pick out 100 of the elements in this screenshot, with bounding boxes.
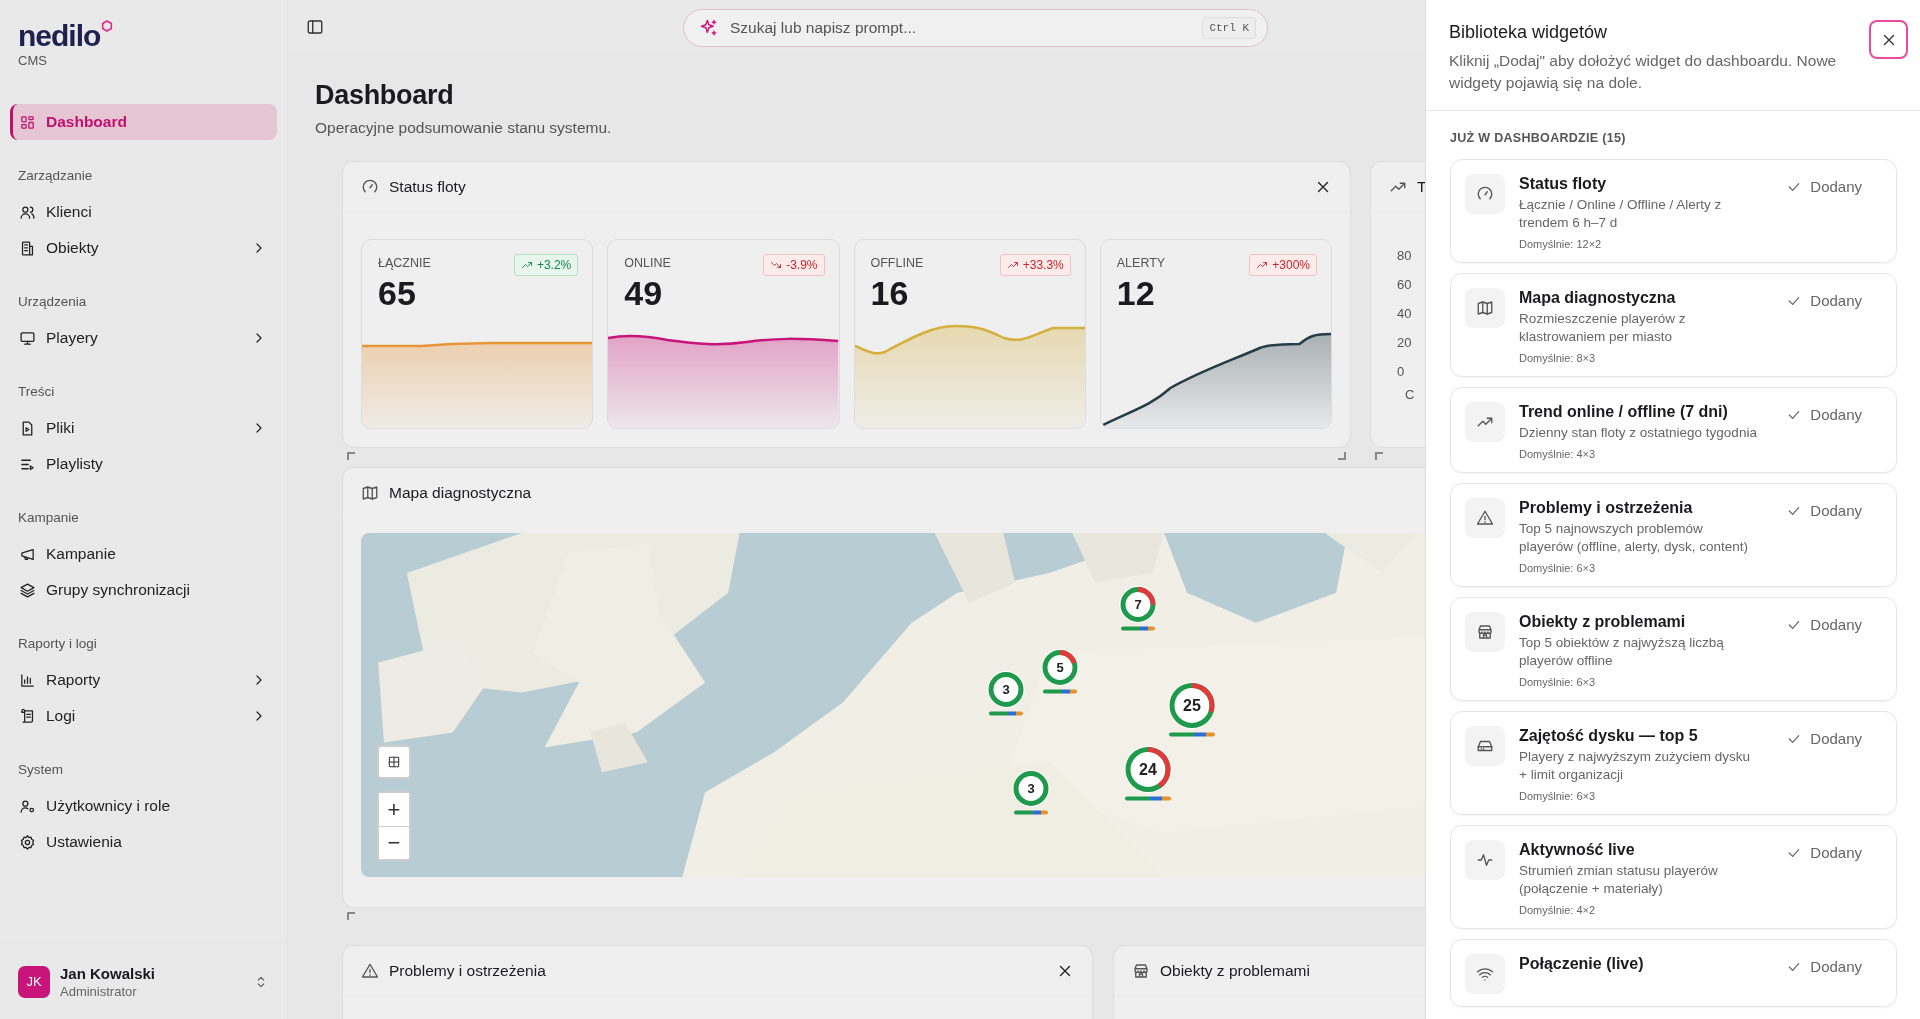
activity-icon — [1476, 851, 1494, 869]
axis-label: C — [1405, 387, 1415, 404]
page-subtitle: Operacyjne podsumowanie stanu systemu. — [315, 119, 612, 137]
widget-description: Playery z najwyższym zużyciem dysku + limit organizacji — [1519, 748, 1752, 784]
nav-item[interactable]: Playery — [10, 320, 277, 356]
nav-item[interactable]: Raporty — [10, 662, 277, 698]
nav-item[interactable]: Obiekty — [10, 230, 277, 266]
nav-item[interactable]: Playlisty — [10, 446, 277, 482]
nav-item[interactable]: Użytkownicy i role — [10, 788, 277, 824]
nav-item[interactable]: Dashboard — [10, 104, 277, 140]
metric-label: ONLINE — [624, 256, 671, 270]
widget-description: Rozmieszczenie playerów z klastrowaniem per miasto — [1519, 310, 1687, 346]
resize-handle-icon[interactable] — [347, 452, 355, 460]
resize-handle-icon[interactable] — [1338, 452, 1346, 460]
default-size: Domyślnie: 4×3 — [1519, 448, 1597, 460]
sparkle-icon — [699, 18, 719, 38]
widget-name: Status floty — [1519, 174, 1608, 194]
added-status: Dodany — [1786, 178, 1862, 195]
user-menu[interactable]: JK Jan Kowalski Administrator — [0, 943, 287, 1019]
metric-value: 49 — [623, 274, 664, 313]
widget-title: Obiekty z problemami — [1160, 961, 1310, 980]
change-badge: +3.2% — [513, 254, 579, 276]
widget-name: Mapa diagnostyczna — [1519, 288, 1677, 308]
axis-tick: 60 — [1397, 277, 1412, 294]
metric-label: ŁĄCZNIE — [378, 256, 431, 270]
widget-description: Łącznie / Online / Offline / Alerty z trendem 6 h–7 d — [1519, 196, 1723, 232]
widget-description: Top 5 najnowszych problemów playerów (offline, alerty, dysk, content) — [1519, 520, 1750, 556]
widget-title: Problemy i ostrzeżenia — [389, 961, 546, 980]
section-label: JUŻ W DASHBOARDZIE (15) — [1450, 131, 1627, 145]
hexagon-icon — [101, 20, 114, 32]
widget-name: Aktywność live — [1519, 840, 1636, 860]
map-icon — [1476, 299, 1494, 317]
nav-item[interactable]: Pliki — [10, 410, 277, 446]
default-size: Domyślnie: 12×2 — [1519, 238, 1603, 250]
widget-item[interactable]: Zajętość dysku — top 5 Playery z najwyższym zużyciem dysku + limit organizacji Domyślnie: 6×3 Dodany — [1450, 711, 1897, 815]
axis-tick: 20 — [1397, 335, 1412, 352]
axis-tick: 80 — [1397, 248, 1412, 265]
nav-item[interactable]: Klienci — [10, 194, 277, 230]
resize-handle-icon[interactable] — [347, 912, 355, 920]
logo[interactable]: nedilo — [18, 20, 101, 52]
nav-item[interactable]: Grupy synchronizacji — [10, 572, 277, 608]
added-status: Dodany — [1786, 406, 1862, 423]
widget-description: Dzienny stan floty z ostatniego tygodnia — [1519, 424, 1758, 442]
resize-handle-icon[interactable] — [1375, 452, 1383, 460]
default-size: Domyślnie: 6×3 — [1519, 562, 1597, 574]
nav-group-label: Urządzenia — [17, 293, 88, 311]
widget-item[interactable]: Aktywność live Strumień zmian statusu playerów (połączenie + materiały) Domyślnie: 4×2 Dodany — [1450, 825, 1897, 929]
widget-name: Połączenie (live) — [1519, 954, 1645, 974]
widget-name: Zajętość dysku — top 5 — [1519, 726, 1699, 746]
zoom-out-button[interactable]: − — [379, 826, 409, 859]
change-badge: +300% — [1249, 254, 1317, 276]
trend-down-icon — [770, 259, 783, 271]
widget-title: Mapa diagnostyczna — [389, 483, 532, 502]
widget-name: Trend online / offline (7 dni) — [1519, 402, 1729, 422]
logo-subtitle: CMS — [18, 53, 48, 68]
nav-group-label: Kampanie — [17, 509, 80, 527]
sidebar-icon — [306, 17, 324, 36]
widget-item[interactable]: Mapa diagnostyczna Rozmieszczenie playerów z klastrowaniem per miasto Domyślnie: 8×3 Dodany — [1450, 273, 1897, 377]
metric-value: 12 — [1115, 274, 1156, 313]
axis-tick: 0 — [1397, 364, 1405, 381]
widget-description: Strumień zmian statusu playerów (połączenie + materiały) — [1519, 862, 1719, 898]
widget-item[interactable]: Problemy i ostrzeżenia Top 5 najnowszych problemów playerów (offline, alerty, dysk, content) Domyślnie: 6×3 Dodany — [1450, 483, 1897, 587]
monitor-icon — [19, 329, 36, 347]
widget-title: Status floty — [389, 177, 466, 196]
settings-icon — [19, 833, 36, 851]
default-size: Domyślnie: 6×3 — [1519, 676, 1597, 688]
nav-item[interactable]: Kampanie — [10, 536, 277, 572]
map-icon — [361, 483, 379, 502]
user-role: Administrator — [60, 983, 138, 999]
default-size: Domyślnie: 4×2 — [1519, 904, 1597, 916]
nav-group-label: System — [17, 761, 64, 779]
layers-button[interactable] — [377, 745, 411, 779]
widget-item[interactable]: Trend online / offline (7 dni) Dzienny stan floty z ostatniego tygodnia Domyślnie: 4×3 Dodany — [1450, 387, 1897, 473]
widget-item[interactable]: Status floty Łącznie / Online / Offline / Alerty z trendem 6 h–7 d Domyślnie: 12×2 Dodany — [1450, 159, 1897, 263]
added-status: Dodany — [1786, 844, 1862, 861]
nav-item[interactable]: Ustawienia — [10, 824, 277, 860]
default-size: Domyślnie: 6×3 — [1519, 790, 1597, 802]
change-badge: +33.3% — [999, 254, 1071, 276]
widget-name: Problemy i ostrzeżenia — [1519, 498, 1694, 518]
layers-icon — [19, 581, 36, 599]
user-name: Jan Kowalski — [60, 964, 157, 982]
metric-value: 16 — [869, 274, 910, 313]
metric-label: ALERTY — [1116, 256, 1166, 270]
store-icon — [1476, 623, 1494, 641]
warning-icon — [1476, 509, 1494, 527]
nav-group-label: Raporty i logi — [17, 635, 98, 653]
nav-item[interactable]: Logi — [10, 698, 277, 734]
page-title: Dashboard — [315, 80, 454, 111]
axis-tick: 40 — [1397, 306, 1412, 323]
trend-up-icon — [1256, 259, 1269, 271]
building-icon — [19, 239, 36, 257]
store-icon — [1132, 961, 1150, 980]
change-badge: -3.9% — [763, 254, 825, 276]
widget-description: Top 5 obiektów z najwyższą liczbą playerów offline — [1519, 634, 1725, 670]
warning-icon — [361, 961, 379, 980]
widget-item[interactable]: Obiekty z problemami Top 5 obiektów z najwyższą liczbą playerów offline Domyślnie: 6×3 Dodany — [1450, 597, 1897, 701]
widget-item[interactable]: Połączenie (live) Dodany — [1450, 939, 1897, 1007]
avatar: JK — [18, 965, 50, 998]
wifi-icon — [1476, 965, 1494, 983]
nav-group-label: Zarządzanie — [17, 167, 94, 185]
